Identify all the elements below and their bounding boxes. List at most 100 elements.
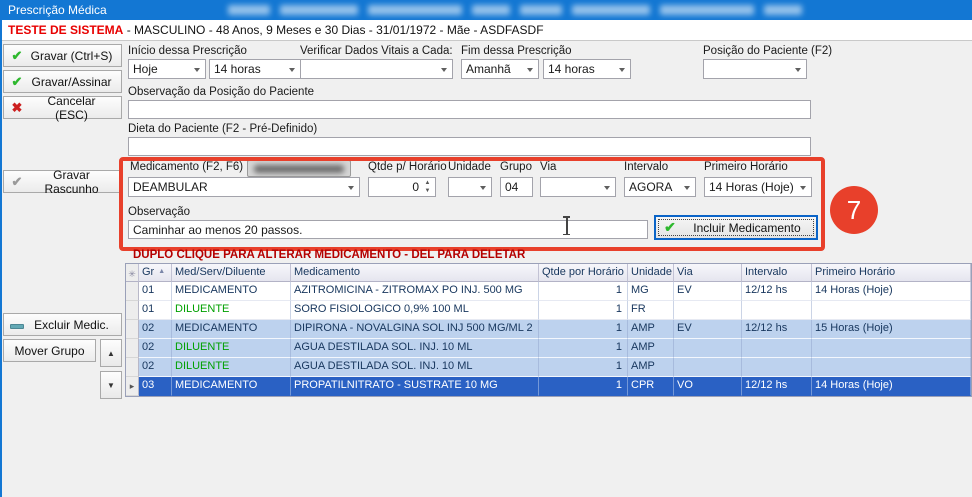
- cell-qtde: 1: [539, 282, 628, 301]
- dados-vitais-label: Verificar Dados Vitais a Cada:: [300, 45, 453, 57]
- x-icon: ✖: [4, 100, 30, 116]
- grid-caption: DUPLO CLIQUE PARA ALTERAR MEDICAMENTO - …: [133, 249, 525, 261]
- redacted-title-text: [520, 5, 562, 15]
- row-indicator: [126, 301, 139, 320]
- table-row[interactable]: 02 MEDICAMENTO DIPIRONA - NOVALGINA SOL …: [126, 320, 971, 339]
- cell-primeiro: 15 Horas (Hoje): [812, 320, 971, 339]
- fim-dia-combobox[interactable]: Amanhã: [461, 59, 539, 79]
- title-bar: Prescrição Médica: [0, 0, 972, 20]
- unidade-combobox[interactable]: [448, 177, 492, 197]
- cell-via: VO: [674, 377, 742, 396]
- medicamento-combobox[interactable]: DEAMBULAR: [128, 177, 360, 197]
- primeiro-horario-label: Primeiro Horário: [704, 161, 788, 173]
- step-badge: 7: [830, 186, 878, 234]
- move-up-button[interactable]: ▲: [100, 339, 122, 367]
- chevron-down-icon: [441, 68, 447, 72]
- save-button-label: Gravar (Ctrl+S): [30, 49, 121, 63]
- medicamento-label: Medicamento (F2, F6): [130, 161, 243, 173]
- chevron-down-icon: [795, 68, 801, 72]
- column-header-medicamento[interactable]: Medicamento: [291, 264, 539, 282]
- column-header-via[interactable]: Via: [674, 264, 742, 282]
- save-sign-button-label: Gravar/Assinar: [30, 75, 121, 89]
- redacted-title-text: [764, 5, 802, 15]
- save-button[interactable]: ✔ Gravar (Ctrl+S): [3, 44, 122, 67]
- column-header-unidade[interactable]: Unidade: [628, 264, 674, 282]
- row-indicator: [126, 339, 139, 358]
- table-row[interactable]: 02 DILUENTE AGUA DESTILADA SOL. INJ. 10 …: [126, 358, 971, 377]
- chevron-down-icon: [289, 68, 295, 72]
- column-header-tipo[interactable]: Med/Serv/Diluente: [172, 264, 291, 282]
- save-sign-button[interactable]: ✔ Gravar/Assinar: [3, 70, 122, 93]
- fim-hora-combobox[interactable]: 14 horas: [543, 59, 631, 79]
- column-header-qtde[interactable]: Qtde por Horário: [539, 264, 628, 282]
- obs-posicao-input[interactable]: [128, 100, 811, 119]
- redacted-button[interactable]: [247, 160, 351, 177]
- move-group-button[interactable]: Mover Grupo: [3, 339, 96, 362]
- unidade-label: Unidade: [448, 161, 491, 173]
- inicio-hora-combobox[interactable]: 14 horas: [209, 59, 301, 79]
- intervalo-label: Intervalo: [624, 161, 668, 173]
- posicao-paciente-combobox[interactable]: [703, 59, 807, 79]
- cell-qtde: 1: [539, 358, 628, 377]
- via-combobox[interactable]: [540, 177, 616, 197]
- redacted-title-text: [368, 5, 462, 15]
- table-row[interactable]: 01 MEDICAMENTO AZITROMICINA - ZITROMAX P…: [126, 282, 971, 301]
- inicio-prescricao-label: Início dessa Prescrição: [128, 45, 247, 57]
- incluir-medicamento-button[interactable]: ✔ Incluir Medicamento: [654, 215, 818, 240]
- table-header-row: ✳ Gr▲ Med/Serv/Diluente Medicamento Qtde…: [126, 264, 971, 282]
- dieta-input[interactable]: [128, 137, 811, 156]
- chevron-down-icon: [480, 186, 486, 190]
- column-header-intervalo[interactable]: Intervalo: [742, 264, 812, 282]
- inicio-hora-value: 14 horas: [214, 62, 261, 76]
- column-header-primeiro[interactable]: Primeiro Horário: [812, 264, 971, 282]
- delete-medication-button[interactable]: Excluir Medic.: [3, 313, 122, 336]
- column-header-label: Med/Serv/Diluente: [175, 266, 266, 278]
- redacted-title-text: [280, 5, 358, 15]
- table-row[interactable]: 02 DILUENTE AGUA DESTILADA SOL. INJ. 10 …: [126, 339, 971, 358]
- column-header-label: Via: [677, 266, 693, 278]
- inicio-dia-combobox[interactable]: Hoje: [128, 59, 206, 79]
- qtde-label: Qtde p/ Horário: [368, 161, 447, 173]
- grupo-input[interactable]: 04: [500, 177, 533, 197]
- cell-intervalo: 12/12 hs: [742, 282, 812, 301]
- cell-primeiro: [812, 358, 971, 377]
- patient-details: - MASCULINO - 48 Anos, 9 Meses e 30 Dias…: [123, 23, 543, 37]
- cell-unidade: AMP: [628, 339, 674, 358]
- check-icon: ✔: [4, 74, 30, 90]
- chevron-down-icon: [527, 68, 533, 72]
- column-header-label: Unidade: [631, 266, 672, 278]
- cell-medicamento: SORO FISIOLOGICO 0,9% 100 ML: [291, 301, 539, 320]
- intervalo-value: AGORA: [629, 180, 672, 194]
- dados-vitais-combobox[interactable]: [300, 59, 453, 79]
- cancel-button[interactable]: ✖ Cancelar (ESC): [3, 96, 122, 119]
- primeiro-horario-value: 14 Horas (Hoje): [709, 180, 794, 194]
- qtde-value: 0: [412, 180, 419, 194]
- cell-qtde: 1: [539, 301, 628, 320]
- sort-asc-icon: ▲: [158, 268, 165, 275]
- cell-tipo: DILUENTE: [172, 301, 291, 320]
- observacao-label: Observação: [128, 206, 190, 218]
- move-down-button[interactable]: ▼: [100, 371, 122, 399]
- column-header-label: Primeiro Horário: [815, 266, 895, 278]
- cell-unidade: CPR: [628, 377, 674, 396]
- fim-hora-value: 14 horas: [548, 62, 595, 76]
- intervalo-combobox[interactable]: AGORA: [624, 177, 696, 197]
- medication-table: ✳ Gr▲ Med/Serv/Diluente Medicamento Qtde…: [125, 263, 972, 397]
- prescription-window: Prescrição Médica TESTE DE SISTEMA - MAS…: [0, 0, 972, 497]
- text-cursor-icon: [562, 216, 571, 235]
- column-header-gr[interactable]: Gr▲: [139, 264, 172, 282]
- cell-intervalo: 12/12 hs: [742, 377, 812, 396]
- spinner-arrows-icon[interactable]: ▲▼: [422, 179, 433, 195]
- cell-intervalo: [742, 339, 812, 358]
- dieta-label: Dieta do Paciente (F2 - Pré-Definido): [128, 123, 317, 135]
- redacted-title-text: [660, 5, 754, 15]
- save-draft-button[interactable]: ✔ Gravar Rascunho: [3, 170, 122, 193]
- cell-tipo: DILUENTE: [172, 358, 291, 377]
- table-row-selected[interactable]: ▸ 03 MEDICAMENTO PROPATILNITRATO - SUSTR…: [126, 377, 971, 396]
- primeiro-horario-combobox[interactable]: 14 Horas (Hoje): [704, 177, 812, 197]
- cell-via: EV: [674, 282, 742, 301]
- asterisk-icon[interactable]: ✳: [126, 264, 139, 282]
- table-row[interactable]: 01 DILUENTE SORO FISIOLOGICO 0,9% 100 ML…: [126, 301, 971, 320]
- cell-qtde: 1: [539, 377, 628, 396]
- qtde-stepper[interactable]: 0 ▲▼: [368, 177, 436, 197]
